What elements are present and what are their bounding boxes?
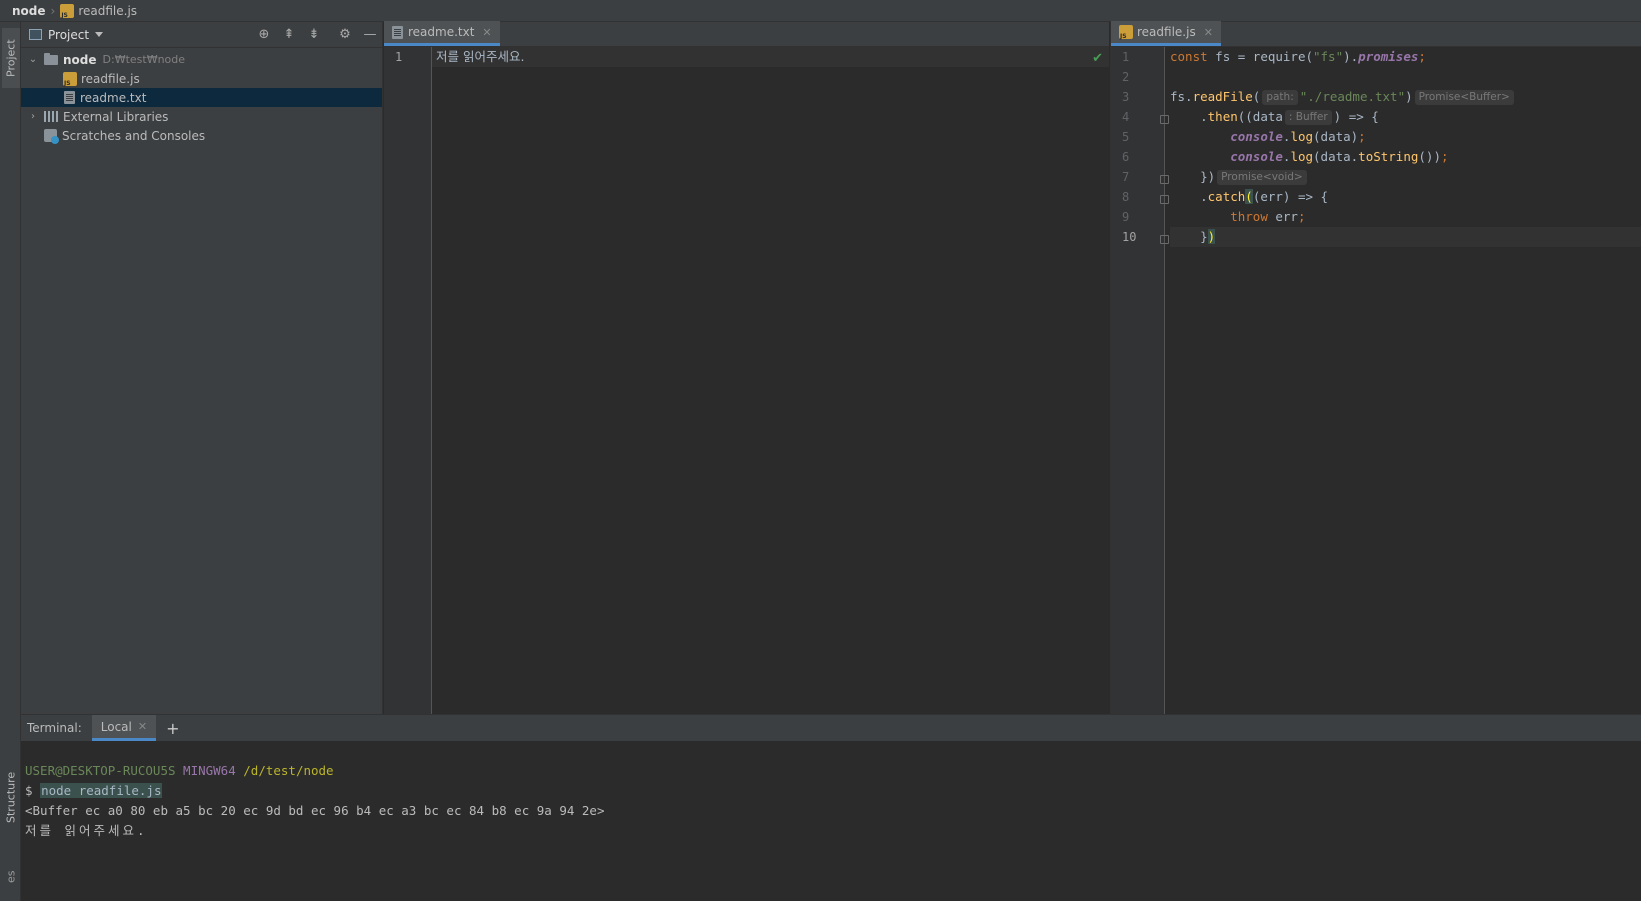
tab-local[interactable]: Local ✕ [91,715,157,741]
project-header: Project ⊕ ⇞ ⇟ ⚙ — [21,22,382,48]
editor-tabbar: readfile.js ✕ [1111,21,1641,47]
tree-item-node[interactable]: ⌄ node D:₩test₩node [21,50,382,69]
terminal-output-line: <Buffer ec a0 80 eb a5 bc 20 ec 9d bd ec… [25,803,605,818]
editor-tabbar: readme.txt ✕ [384,21,1109,47]
code-line: 저를 읽어주세요. [432,47,1109,67]
code-area[interactable]: const fs = require("fs").promises; fs.re… [1165,47,1641,714]
terminal-output[interactable]: USER@DESKTOP-RUCOU5S MINGW64 /d/test/nod… [21,741,1641,841]
library-icon [44,111,58,122]
code-area[interactable]: 저를 읽어주세요. [432,47,1109,714]
js-file-icon [63,71,77,87]
close-icon[interactable]: ✕ [482,26,491,39]
line-number: 3 [1122,90,1130,104]
type-hint: Promise<void> [1217,170,1307,185]
code-line: }) [1170,227,1641,247]
line-gutter: 1 2 3 4 5 6 7 8 9 10 [1111,47,1169,714]
code-line: throw err; [1230,209,1306,224]
plus-icon[interactable]: + [166,719,179,738]
code-line: .then((data: Buffer) => { [1170,109,1379,125]
line-number: 9 [1122,210,1130,224]
breadcrumb-file[interactable]: readfile.js [78,4,137,18]
line-gutter: 1 [384,47,432,714]
favorites-tool-tab[interactable]: es [2,857,20,897]
line-number: 5 [1122,130,1130,144]
close-icon[interactable]: ✕ [1204,26,1213,39]
gear-icon[interactable]: ⚙ [337,27,353,43]
type-hint: Promise<Buffer> [1414,90,1514,105]
tree-item-readfile-js[interactable]: readfile.js [21,69,382,88]
code-line: console.log(data); [1230,129,1366,144]
project-panel: Project ⊕ ⇞ ⇟ ⚙ — ⌄ node D:₩test₩node re… [21,22,383,714]
left-tool-stripe: Project Structure es [0,22,21,901]
locate-file-icon[interactable]: ⊕ [256,27,272,43]
text-file-icon [392,25,403,39]
line-number: 1 [395,50,403,64]
js-file-icon [60,3,75,19]
tab-readfile-js[interactable]: readfile.js ✕ [1111,21,1221,46]
line-number: 4 [1122,110,1130,124]
terminal-prompt-line: USER@DESKTOP-RUCOU5S MINGW64 /d/test/nod… [25,763,334,778]
tree-item-external-libraries[interactable]: › External Libraries [21,107,382,126]
breadcrumb: node › readfile.js [0,0,1641,22]
tab-label: Local [100,719,132,734]
param-hint: path: [1262,90,1298,105]
editor-readme: readme.txt ✕ 1 저를 읽어주세요. ✔ [384,21,1109,714]
chevron-down-icon[interactable] [95,32,104,37]
terminal-command-line: $ node readfile.js [25,783,163,798]
breadcrumb-separator: › [50,3,56,18]
folder-icon [44,52,58,65]
tree-item-label: readfile.js [81,71,140,86]
tree-item-label: node [63,52,97,67]
line-number: 7 [1122,170,1130,184]
code-line: }) Promise<void> [1170,167,1641,187]
terminal-header: Terminal: Local ✕ + [21,715,1641,741]
line-number: 1 [1122,50,1130,64]
chevron-down-icon[interactable]: ⌄ [26,54,40,65]
js-file-icon [1119,25,1133,40]
expand-all-icon[interactable]: ⇞ [281,27,297,43]
tree-item-scratches[interactable]: Scratches and Consoles [21,126,382,145]
tab-readme-txt[interactable]: readme.txt ✕ [384,21,500,46]
text-file-icon [64,91,75,104]
tree-item-label: External Libraries [63,109,169,124]
tab-label: readme.txt [408,25,475,39]
structure-tool-tab[interactable]: Structure [2,762,20,832]
project-view-selector[interactable]: Project [48,28,89,42]
line-number: 10 [1122,230,1137,244]
terminal-label: Terminal: [27,721,82,735]
project-tree: ⌄ node D:₩test₩node readfile.js readme.t… [21,48,382,145]
editor-readfile: readfile.js ✕ 1 2 3 4 5 6 7 8 9 10 const… [1110,21,1641,714]
project-tool-tab[interactable]: Project [2,28,20,88]
breadcrumb-root[interactable]: node [12,4,46,18]
tab-label: readfile.js [1137,25,1196,39]
tree-item-readme-txt[interactable]: readme.txt [21,88,382,107]
project-view-icon [29,29,42,40]
hide-panel-icon[interactable]: — [362,27,378,43]
line-number: 8 [1122,190,1130,204]
type-hint: : Buffer [1284,110,1332,125]
tree-item-path: D:₩test₩node [102,53,186,66]
line-number: 2 [1122,70,1130,84]
scratches-icon [44,129,59,144]
collapse-all-icon[interactable]: ⇟ [306,27,322,43]
chevron-right-icon[interactable]: › [26,111,40,122]
terminal-output-line: 저를 읽어주세요. [25,823,148,838]
terminal-panel: Terminal: Local ✕ + USER@DESKTOP-RUCOU5S… [21,714,1641,901]
line-number: 6 [1122,150,1130,164]
tree-item-label: readme.txt [80,90,147,105]
code-line: .catch((err) => { [1170,189,1329,204]
code-line: const fs = require("fs").promises; [1170,49,1426,64]
code-line: fs.readFile(path: "./readme.txt") Promise<… [1170,87,1641,107]
close-icon[interactable]: ✕ [138,720,147,733]
tree-item-label: Scratches and Consoles [62,128,206,143]
code-line: console.log(data.toString()); [1230,149,1449,164]
check-icon: ✔ [1092,51,1103,66]
